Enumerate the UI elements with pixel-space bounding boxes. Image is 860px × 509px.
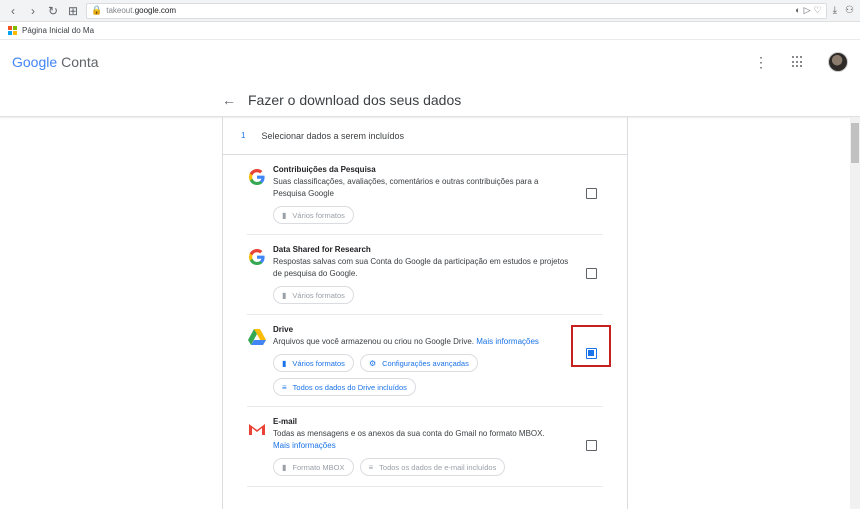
url-subdomain: takeout. [106, 6, 135, 15]
logo-google-text: Google [12, 54, 58, 70]
file-icon: ▮ [282, 462, 287, 472]
bookmark-item[interactable]: Página Inicial do Ma [22, 26, 94, 35]
all-email-data-chip: ≡ Todos os dados de e-mail incluídos [359, 458, 506, 476]
format-chip: ▮ Vários formatos [273, 206, 354, 224]
item-description: Arquivos que você armazenou ou criou no … [273, 336, 573, 348]
reload-icon[interactable]: ↻ [46, 4, 60, 18]
list-item: Drive Arquivos que você armazenou ou cri… [247, 315, 611, 407]
step-label: Selecionar dados a serem incluídos [261, 130, 405, 141]
extension-icon[interactable]: ⚇ [845, 5, 854, 16]
app-header: Google Conta ⋮ [0, 40, 860, 84]
formats-button[interactable]: ▮ Vários formatos [273, 354, 354, 372]
page-title: Fazer o download dos seus dados [248, 92, 462, 108]
list-icon: ≡ [282, 382, 287, 392]
item-description: Respostas salvas com sua Conta do Google… [273, 257, 569, 278]
logo-conta-text: Conta [61, 54, 99, 70]
chip-label: Todos os dados do Drive incluídos [292, 382, 407, 392]
item-name: Data Shared for Research [273, 245, 371, 254]
chip-label: Todos os dados de e-mail incluídos [379, 462, 497, 472]
windows-logo-icon [8, 26, 17, 35]
list-icon: ≡ [368, 462, 374, 472]
more-info-link[interactable]: Mais informações [273, 441, 336, 450]
bookmarks-bar: Página Inicial do Ma [0, 22, 860, 40]
apps-icon[interactable]: ⊞ [66, 4, 80, 18]
all-drive-data-button[interactable]: ≡ Todos os dados do Drive incluídos [273, 378, 416, 396]
item-name: Contribuições da Pesquisa [273, 165, 376, 174]
url-domain: google.com [134, 6, 177, 15]
google-apps-icon[interactable] [792, 56, 804, 68]
file-icon: ▮ [282, 210, 287, 220]
forward-icon[interactable]: › [26, 4, 40, 18]
back-icon[interactable]: ‹ [6, 4, 20, 18]
play-icon[interactable]: ▷ [804, 5, 811, 16]
file-icon: ▮ [282, 290, 287, 300]
chip-label: Configurações avançadas [382, 358, 469, 368]
address-bar[interactable]: 🔒 takeout.google.com ◐ ▷ ♡ [86, 2, 827, 19]
browser-toolbar: ‹ › ↻ ⊞ 🔒 takeout.google.com ◐ ▷ ♡ ⤓ ⚇ [0, 0, 860, 22]
format-chip: ▮ Formato MBOX [273, 458, 354, 476]
item-description-text: Arquivos que você armazenou ou criou no … [273, 337, 474, 346]
item-name: E-mail [273, 417, 298, 426]
heart-icon[interactable]: ♡ [814, 5, 822, 16]
download-icon[interactable]: ⤓ [833, 5, 837, 16]
scrollbar-thumb[interactable] [851, 123, 859, 163]
google-conta-logo[interactable]: Google Conta [12, 54, 99, 70]
google-g-icon [249, 249, 265, 265]
lock-icon: 🔒 [91, 5, 103, 15]
item-name: Drive [273, 325, 294, 334]
step-number: 1 [241, 131, 246, 140]
list-item: Contribuições da Pesquisa Suas classific… [247, 155, 603, 235]
chip-label: Vários formatos [292, 290, 345, 300]
item-description: Suas classificações, avaliações, comentá… [273, 177, 539, 198]
item-description-text: Todas as mensagens e os anexos da sua co… [273, 429, 545, 438]
file-icon: ▮ [282, 358, 287, 368]
more-info-link[interactable]: Mais informações [476, 337, 539, 346]
chip-label: Vários formatos [292, 358, 345, 368]
item-checkbox[interactable] [586, 268, 597, 279]
chip-label: Vários formatos [292, 210, 345, 220]
takeout-panel: 1 Selecionar dados a serem incluídos Con… [222, 117, 628, 509]
back-arrow-icon[interactable]: ← [222, 92, 236, 108]
avatar[interactable] [828, 52, 848, 72]
translate-icon[interactable]: ◐ [795, 5, 800, 16]
page-title-bar: ← Fazer o download dos seus dados [0, 84, 860, 117]
highlight-box [571, 325, 611, 367]
list-item: Data Shared for Research Respostas salva… [247, 235, 603, 315]
more-options-icon[interactable]: ⋮ [754, 55, 768, 69]
google-drive-icon [248, 329, 266, 345]
item-checkbox[interactable] [586, 440, 597, 451]
gear-icon: ⚙ [368, 358, 377, 368]
chip-label: Formato MBOX [292, 462, 345, 472]
scrollbar[interactable] [850, 117, 860, 509]
google-g-icon [249, 169, 265, 185]
list-item: E-mail Todas as mensagens e os anexos da… [247, 407, 603, 487]
item-description: Todas as mensagens e os anexos da sua co… [273, 428, 573, 452]
item-checkbox[interactable] [586, 188, 597, 199]
main-content: 1 Selecionar dados a serem incluídos Con… [0, 117, 860, 509]
format-chip: ▮ Vários formatos [273, 286, 354, 304]
step-header[interactable]: 1 Selecionar dados a serem incluídos [223, 117, 627, 155]
gmail-icon [249, 424, 265, 435]
advanced-settings-button[interactable]: ⚙ Configurações avançadas [359, 354, 478, 372]
